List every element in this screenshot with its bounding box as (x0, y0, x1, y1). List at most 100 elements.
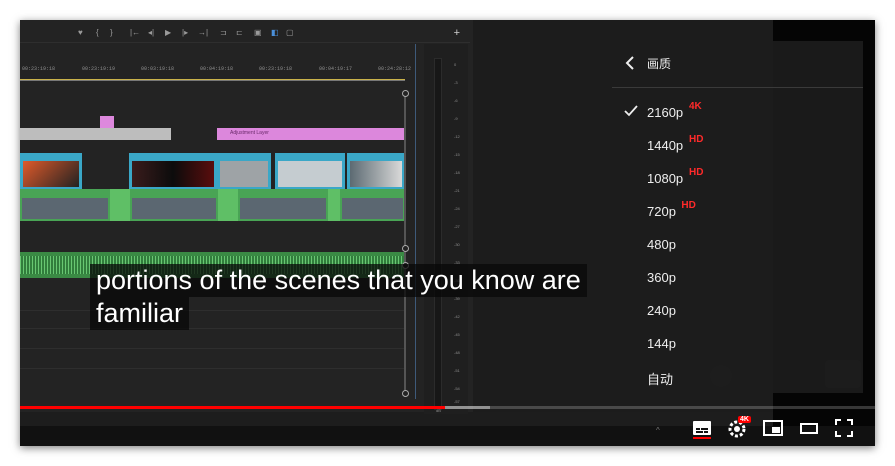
panel-border (415, 44, 416, 399)
step-back-icon: ◂| (148, 28, 155, 37)
meter-number: -30 (454, 242, 460, 247)
video-clip-blue (217, 153, 271, 189)
marker-icon: ♥ (78, 28, 83, 37)
quality-badge: HD (689, 134, 704, 145)
go-to-out-icon: →| (198, 28, 209, 37)
subtitles-icon[interactable] (690, 416, 714, 440)
quality-option[interactable]: 自动 (612, 361, 863, 393)
editor-timeline-panel: ♥ { } |← ◂| ▶ |▸ →| ⊐ ⊏ ▣ ◧ ▢ + 00:23:19… (20, 20, 475, 412)
video-clip-green (110, 189, 130, 221)
checkmark-icon (624, 105, 638, 117)
meter-number: -27 (454, 224, 460, 229)
audio-meter-bar (434, 58, 442, 410)
video-frame[interactable]: ♥ { } |← ◂| ▶ |▸ →| ⊐ ⊏ ▣ ◧ ▢ + 00:23:19… (20, 20, 875, 426)
in-point-icon: { (96, 28, 99, 37)
video-clip-green (130, 189, 218, 221)
quality-menu-header[interactable]: 画质 (612, 41, 863, 88)
quality-option-label: 240p (647, 303, 676, 318)
miniplayer-icon[interactable] (761, 416, 785, 440)
meter-number: 0 (454, 62, 457, 67)
quality-option-label: 自动 (647, 372, 674, 387)
ruler-tick: 00:04:19:18 (200, 66, 234, 72)
out-point-icon: } (110, 28, 113, 37)
video-clip-blue (129, 153, 217, 189)
quality-badge: HD (689, 167, 704, 178)
meter-number: -54 (454, 386, 460, 391)
subtitle-caption: portions of the scenes that you know are… (90, 264, 587, 330)
quality-option-label: 720p (647, 204, 676, 219)
compare-icon: ◧ (271, 28, 279, 37)
quality-option-label: 1080p (647, 171, 684, 186)
ruler-tick: 00:23:19:18 (259, 66, 293, 72)
adjustment-layer-label: Adjustment Layer (230, 130, 269, 136)
video-clip-green (20, 189, 110, 221)
step-forward-icon: |▸ (182, 28, 189, 37)
theater-mode-icon[interactable] (797, 416, 821, 440)
quality-menu-title: 画质 (647, 57, 672, 71)
track-divider (20, 348, 405, 349)
lift-icon: ⊐ (220, 28, 227, 37)
player-controls: ^ 4K (20, 412, 875, 446)
caption-line: familiar (90, 297, 190, 330)
grey-clip (20, 128, 171, 140)
quality-option[interactable]: 240p (612, 295, 863, 327)
extract-icon: ⊏ (236, 28, 243, 37)
chevron-left-icon[interactable] (624, 55, 638, 71)
meter-number: -12 (454, 134, 460, 139)
ruler-tick: 00:03:19:18 (141, 66, 175, 72)
quality-option[interactable]: 144p (612, 328, 863, 360)
add-button-icon: + (453, 27, 460, 39)
settings-quality-badge: 4K (738, 416, 751, 423)
chevron-up-icon: ^ (656, 426, 660, 435)
play-icon: ▶ (165, 28, 172, 37)
ruler-tick: 00:23:19:18 (22, 66, 56, 72)
quality-option-label: 480p (647, 237, 676, 252)
meter-number: -51 (454, 368, 460, 373)
video-clip-blue (347, 153, 405, 189)
track-divider (20, 368, 405, 369)
quality-badge: 4K (689, 101, 702, 112)
quality-option[interactable]: 360p (612, 262, 863, 294)
video-clip-green (328, 189, 340, 221)
progress-played[interactable] (20, 406, 445, 409)
quality-badge: HD (681, 200, 696, 211)
quality-option-label: 1440p (647, 138, 684, 153)
quality-option-label: 360p (647, 270, 676, 285)
meter-number: -18 (454, 170, 460, 175)
quality-option[interactable]: 480p (612, 229, 863, 261)
video-clip-green (340, 189, 405, 221)
quality-option[interactable]: 2160p 4K (612, 97, 863, 129)
quality-option-label: 2160p (647, 105, 684, 120)
video-clip-green (218, 189, 238, 221)
meter-number: -6 (454, 98, 458, 103)
scroll-handle (402, 390, 409, 397)
quality-option[interactable]: 1080p HD (612, 163, 863, 195)
meter-number: -45 (454, 332, 460, 337)
ruler-tick: 00:04:19:17 (319, 66, 353, 72)
settings-button[interactable]: 4K (726, 416, 751, 440)
work-area-bar (20, 79, 405, 80)
scroll-handle (402, 245, 409, 252)
meter-number: -9 (454, 116, 458, 121)
meter-number: -24 (454, 206, 460, 211)
ruler-tick: 00:24:28:12 (378, 66, 412, 72)
quality-menu: 画质 2160p 4K 1440p HD 1080p HD 720p HD 480p 360p 24… (612, 41, 863, 393)
adjustment-clip-small (100, 116, 114, 128)
fullscreen-icon[interactable] (832, 416, 856, 440)
video-clip-blue (20, 153, 82, 189)
scroll-handle (402, 90, 409, 97)
video-player[interactable]: ♥ { } |← ◂| ▶ |▸ →| ⊐ ⊏ ▣ ◧ ▢ + 00:23:19… (20, 20, 875, 446)
meter-number: -3 (454, 80, 458, 85)
time-ruler: 00:23:19:18 00:23:19:19 00:03:19:18 00:0… (20, 60, 411, 81)
audio-meter: 0 -3 -6 -9 -12 -15 -18 -21 -24 -27 -30 -… (424, 44, 468, 414)
video-clip-green (238, 189, 328, 221)
meter-number: -15 (454, 152, 460, 157)
meter-number: -48 (454, 350, 460, 355)
meter-number: -57 (454, 399, 460, 404)
caption-line: portions of the scenes that you know are (90, 264, 587, 297)
quality-option-label: 144p (647, 336, 676, 351)
export-frame-icon: ▢ (286, 28, 294, 37)
quality-option[interactable]: 1440p HD (612, 130, 863, 162)
ruler-tick: 00:23:19:19 (82, 66, 116, 72)
quality-option[interactable]: 720p HD (612, 196, 863, 228)
